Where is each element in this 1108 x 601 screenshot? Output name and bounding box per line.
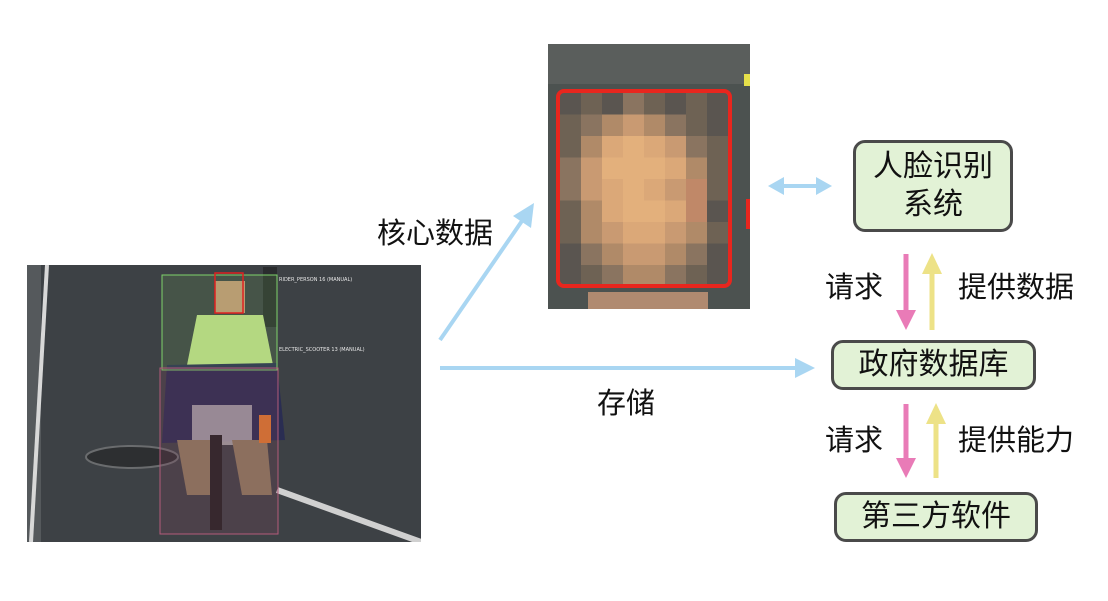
gov-db-label: 政府数据库 xyxy=(858,347,1009,382)
label-request-2: 请求 xyxy=(825,423,884,457)
label-storage: 存储 xyxy=(597,386,656,420)
face-recognition-system-node: 人脸识别 系统 xyxy=(853,140,1013,232)
third-party-software-node: 第三方软件 xyxy=(834,492,1038,542)
double-arrow-face-system xyxy=(768,177,832,195)
face-system-line-2: 系统 xyxy=(903,187,963,222)
arrow-to-gov-db xyxy=(440,358,815,378)
label-core-data: 核心数据 xyxy=(377,216,494,250)
label-request-1: 请求 xyxy=(825,270,884,304)
third-party-label: 第三方软件 xyxy=(861,499,1011,534)
arrow-request-1 xyxy=(896,254,916,330)
label-provide-data: 提供数据 xyxy=(958,270,1075,304)
arrow-provide-capability xyxy=(926,403,946,478)
arrow-provide-data xyxy=(922,253,942,330)
gov-database-node: 政府数据库 xyxy=(831,340,1036,390)
arrow-request-2 xyxy=(896,404,916,478)
label-provide-capability: 提供能力 xyxy=(958,423,1075,457)
face-system-line-1: 人脸识别 xyxy=(873,149,993,184)
